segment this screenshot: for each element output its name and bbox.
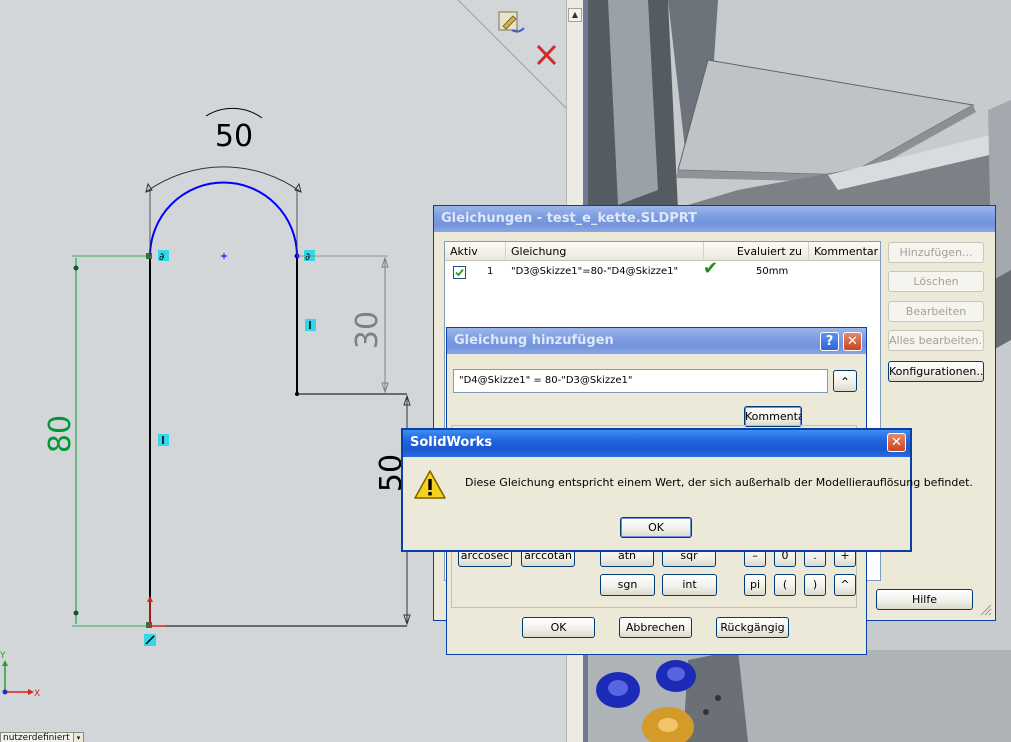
axis-x-label: X [34,689,40,699]
row-evaluated: 50mm [756,266,789,277]
column-header-evaluated[interactable]: Evaluiert zu [704,242,809,261]
edit-all-button[interactable]: Alles bearbeiten... [888,330,984,351]
warning-icon [414,470,446,499]
svg-text:∂: ∂ [305,252,310,263]
dim-right-upper-label[interactable]: 30 [350,311,385,349]
expand-chevron-icon[interactable]: ⌃ [833,370,857,392]
valid-check-icon: ✔ [703,258,719,279]
message-ok-button[interactable]: OK [620,517,692,538]
configurations-button[interactable]: Konfigurationen... [888,361,984,382]
dropdown-arrow-icon[interactable]: ▾ [73,733,83,742]
add-ok-button[interactable]: OK [522,617,595,638]
column-header-comment[interactable]: Kommentar [809,242,880,261]
screen: ∂ ∂ 50 80 30 50 Y X nutzerdefiniert ▾ ▲ … [0,0,1011,742]
equations-table-header: Aktiv Gleichung Evaluiert zu Kommentar [445,242,880,261]
equation-input[interactable]: "D4@Skizze1" = 80-"D3@Skizze1" [453,369,828,393]
status-field[interactable]: nutzerdefiniert ▾ [0,732,84,742]
dimension-height-80[interactable]: 80 [43,255,150,627]
exit-sketch-icon[interactable] [498,11,525,33]
help-button[interactable]: Hilfe [876,589,973,610]
svg-text:∂: ∂ [159,252,164,263]
checkmark-icon [455,268,464,277]
delete-equation-button[interactable]: Löschen [888,271,984,292]
row-index: 1 [487,266,494,277]
calc-key-sgn[interactable]: sgn [600,574,655,596]
add-undo-button[interactable]: Rückgängig [716,617,789,638]
scroll-up-button[interactable]: ▲ [568,8,582,22]
axis-y-label: Y [0,651,6,661]
help-icon[interactable]: ? [820,332,839,351]
column-header-aktiv[interactable]: Aktiv [445,242,506,261]
calc-key-close-paren[interactable]: ) [804,574,826,596]
resize-grip-icon[interactable] [979,603,992,616]
view-triad: Y X [0,651,40,699]
add-cancel-button[interactable]: Abbrechen [619,617,692,638]
row-active-checkbox[interactable] [453,266,466,279]
comment-button[interactable]: Kommentar [744,406,802,427]
close-icon[interactable]: ✕ [843,332,862,351]
equations-window-title[interactable]: Gleichungen - test_e_kette.SLDPRT [434,206,995,232]
relation-markers[interactable]: ∂ ∂ [144,250,316,646]
calc-key-int[interactable]: int [662,574,717,596]
calc-key-open-paren[interactable]: ( [774,574,796,596]
origin-marker [147,596,166,627]
dim-top-label[interactable]: 50 [215,119,253,154]
calc-key-pi[interactable]: pi [744,574,766,596]
sketch-geometry[interactable] [146,181,407,629]
message-close-icon[interactable]: ✕ [887,433,906,452]
edit-equation-button[interactable]: Bearbeiten [888,301,984,322]
message-text: Diese Gleichung entspricht einem Wert, d… [465,476,973,489]
calc-key-caret[interactable]: ^ [834,574,856,596]
column-header-gleichung[interactable]: Gleichung [506,242,704,261]
message-box-title[interactable]: SolidWorks [403,430,910,457]
add-equation-title[interactable]: Gleichung hinzufügen [447,328,866,354]
dim-left-label[interactable]: 80 [43,415,78,453]
row-equation[interactable]: "D3@Skizze1"=80-"D4@Skizze1" [511,264,678,280]
status-field-text: nutzerdefiniert [3,733,70,742]
cancel-sketch-icon[interactable] [536,44,557,66]
add-equation-button[interactable]: Hinzufügen... [888,242,984,263]
